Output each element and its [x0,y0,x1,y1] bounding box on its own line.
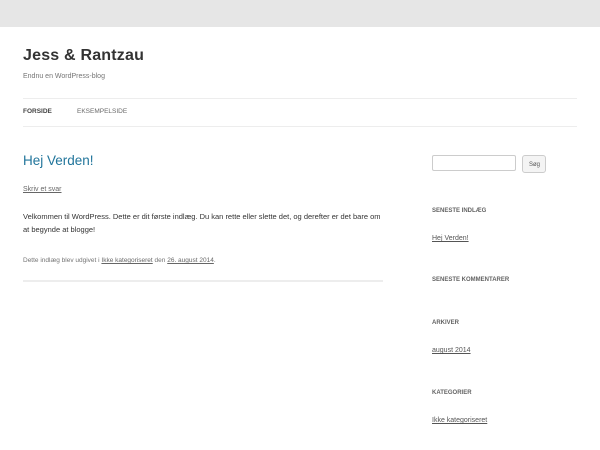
nav-divider-bottom [23,126,577,127]
post-meta-prefix: Dette indlæg blev udgivet i [23,257,100,264]
widget-title-categories: KATEGORIER [432,390,472,396]
reply-link[interactable]: Skriv et svar [23,186,62,193]
post-meta: Dette indlæg blev udgivet i Ikke kategor… [23,257,216,264]
search-input[interactable] [432,155,516,171]
widget-title-recent-posts: SENESTE INDLÆG [432,208,487,214]
nav-item-eksempelside[interactable]: EKSEMPELSIDE [77,108,127,115]
post-meta-mid: den [154,257,166,264]
recent-post-link[interactable]: Hej Verden! [432,235,469,242]
post-content: Velkommen til WordPress. Dette er dit fø… [23,212,381,234]
post-meta-end: . [213,257,216,264]
widget-title-archives: ARKIVER [432,320,460,326]
post-date-link[interactable]: 26. august 2014 [167,257,214,264]
nav-item-forside[interactable]: FORSIDE [23,108,52,115]
archive-link[interactable]: august 2014 [432,347,471,354]
post-category-link[interactable]: Ikke kategoriseret [101,257,152,264]
category-link[interactable]: Ikke kategoriseret [432,417,487,424]
nav-divider-top [23,98,577,99]
site-title[interactable]: Jess & Rantzau [23,47,144,65]
search-button[interactable]: Søg [522,155,546,173]
site-description: Endnu en WordPress-blog [23,73,105,80]
post-title[interactable]: Hej Verden! [23,153,94,168]
post-separator [23,280,383,282]
widget-title-recent-comments: SENESTE KOMMENTARER [432,277,510,283]
page-container: Jess & Rantzau Endnu en WordPress-blog F… [0,27,600,450]
